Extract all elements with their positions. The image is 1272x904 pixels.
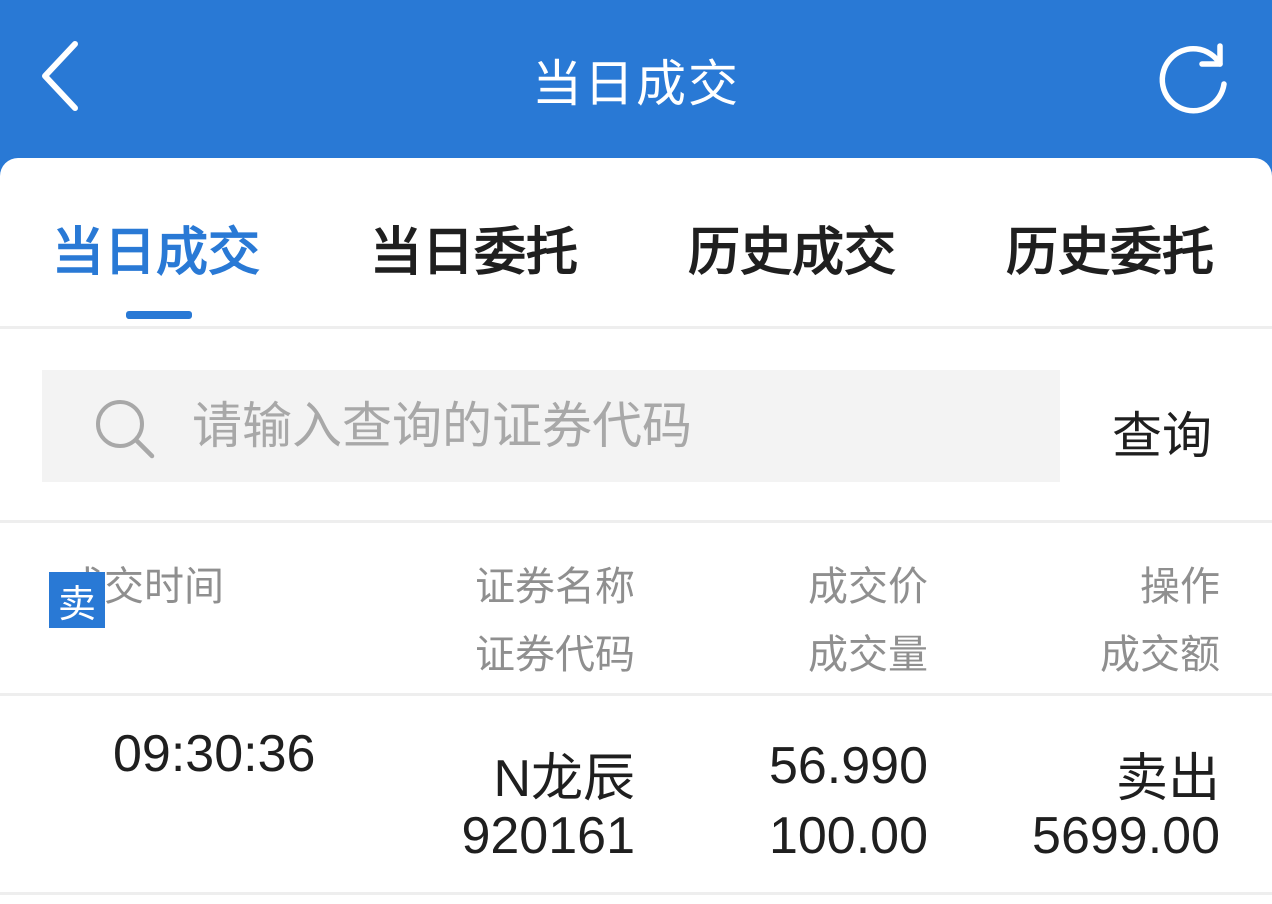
tabs-divider <box>0 326 1272 329</box>
trade-volume: 100.00 <box>768 807 928 865</box>
page-title: 当日成交 <box>532 55 740 113</box>
header-security-name: 证券名称 <box>475 564 635 610</box>
app-header: 当日成交 <box>0 0 1272 160</box>
tab-today-trades[interactable]: 当日成交 <box>52 210 260 285</box>
header-trade-price: 成交价 <box>808 564 928 610</box>
refresh-icon <box>1159 43 1227 114</box>
sell-badge: 卖 <box>49 572 105 628</box>
security-name: N龙辰 <box>493 750 635 808</box>
query-button[interactable]: 查询 <box>1112 396 1212 468</box>
header-security-code: 证券代码 <box>475 632 635 678</box>
table-header-divider <box>0 693 1272 696</box>
row-divider <box>0 892 1272 895</box>
tab-today-orders[interactable]: 当日委托 <box>370 210 578 285</box>
tab-history-orders[interactable]: 历史委托 <box>1006 210 1214 285</box>
search-field[interactable] <box>42 370 1060 482</box>
trade-amount: 5699.00 <box>1032 807 1220 865</box>
header-trade-volume: 成交量 <box>808 632 928 678</box>
header-trade-amount: 成交额 <box>1100 632 1220 678</box>
search-icon <box>96 400 155 459</box>
trade-action: 卖出 <box>1115 750 1220 808</box>
trade-time: 09:30:36 <box>113 725 316 783</box>
active-tab-indicator <box>126 311 192 319</box>
tab-bar: 当日成交 当日委托 历史成交 历史委托 <box>0 158 1272 328</box>
search-divider <box>0 520 1272 523</box>
security-code: 920161 <box>461 807 635 865</box>
header-action: 操作 <box>1140 564 1220 610</box>
trade-price: 56.990 <box>768 737 928 795</box>
content-panel: 当日成交 当日委托 历史成交 历史委托 查询 成交时间 证券名称 证券代码 成交… <box>0 158 1272 904</box>
refresh-button[interactable] <box>1152 36 1236 120</box>
tab-history-trades[interactable]: 历史成交 <box>688 210 896 285</box>
search-input[interactable] <box>192 370 1032 482</box>
